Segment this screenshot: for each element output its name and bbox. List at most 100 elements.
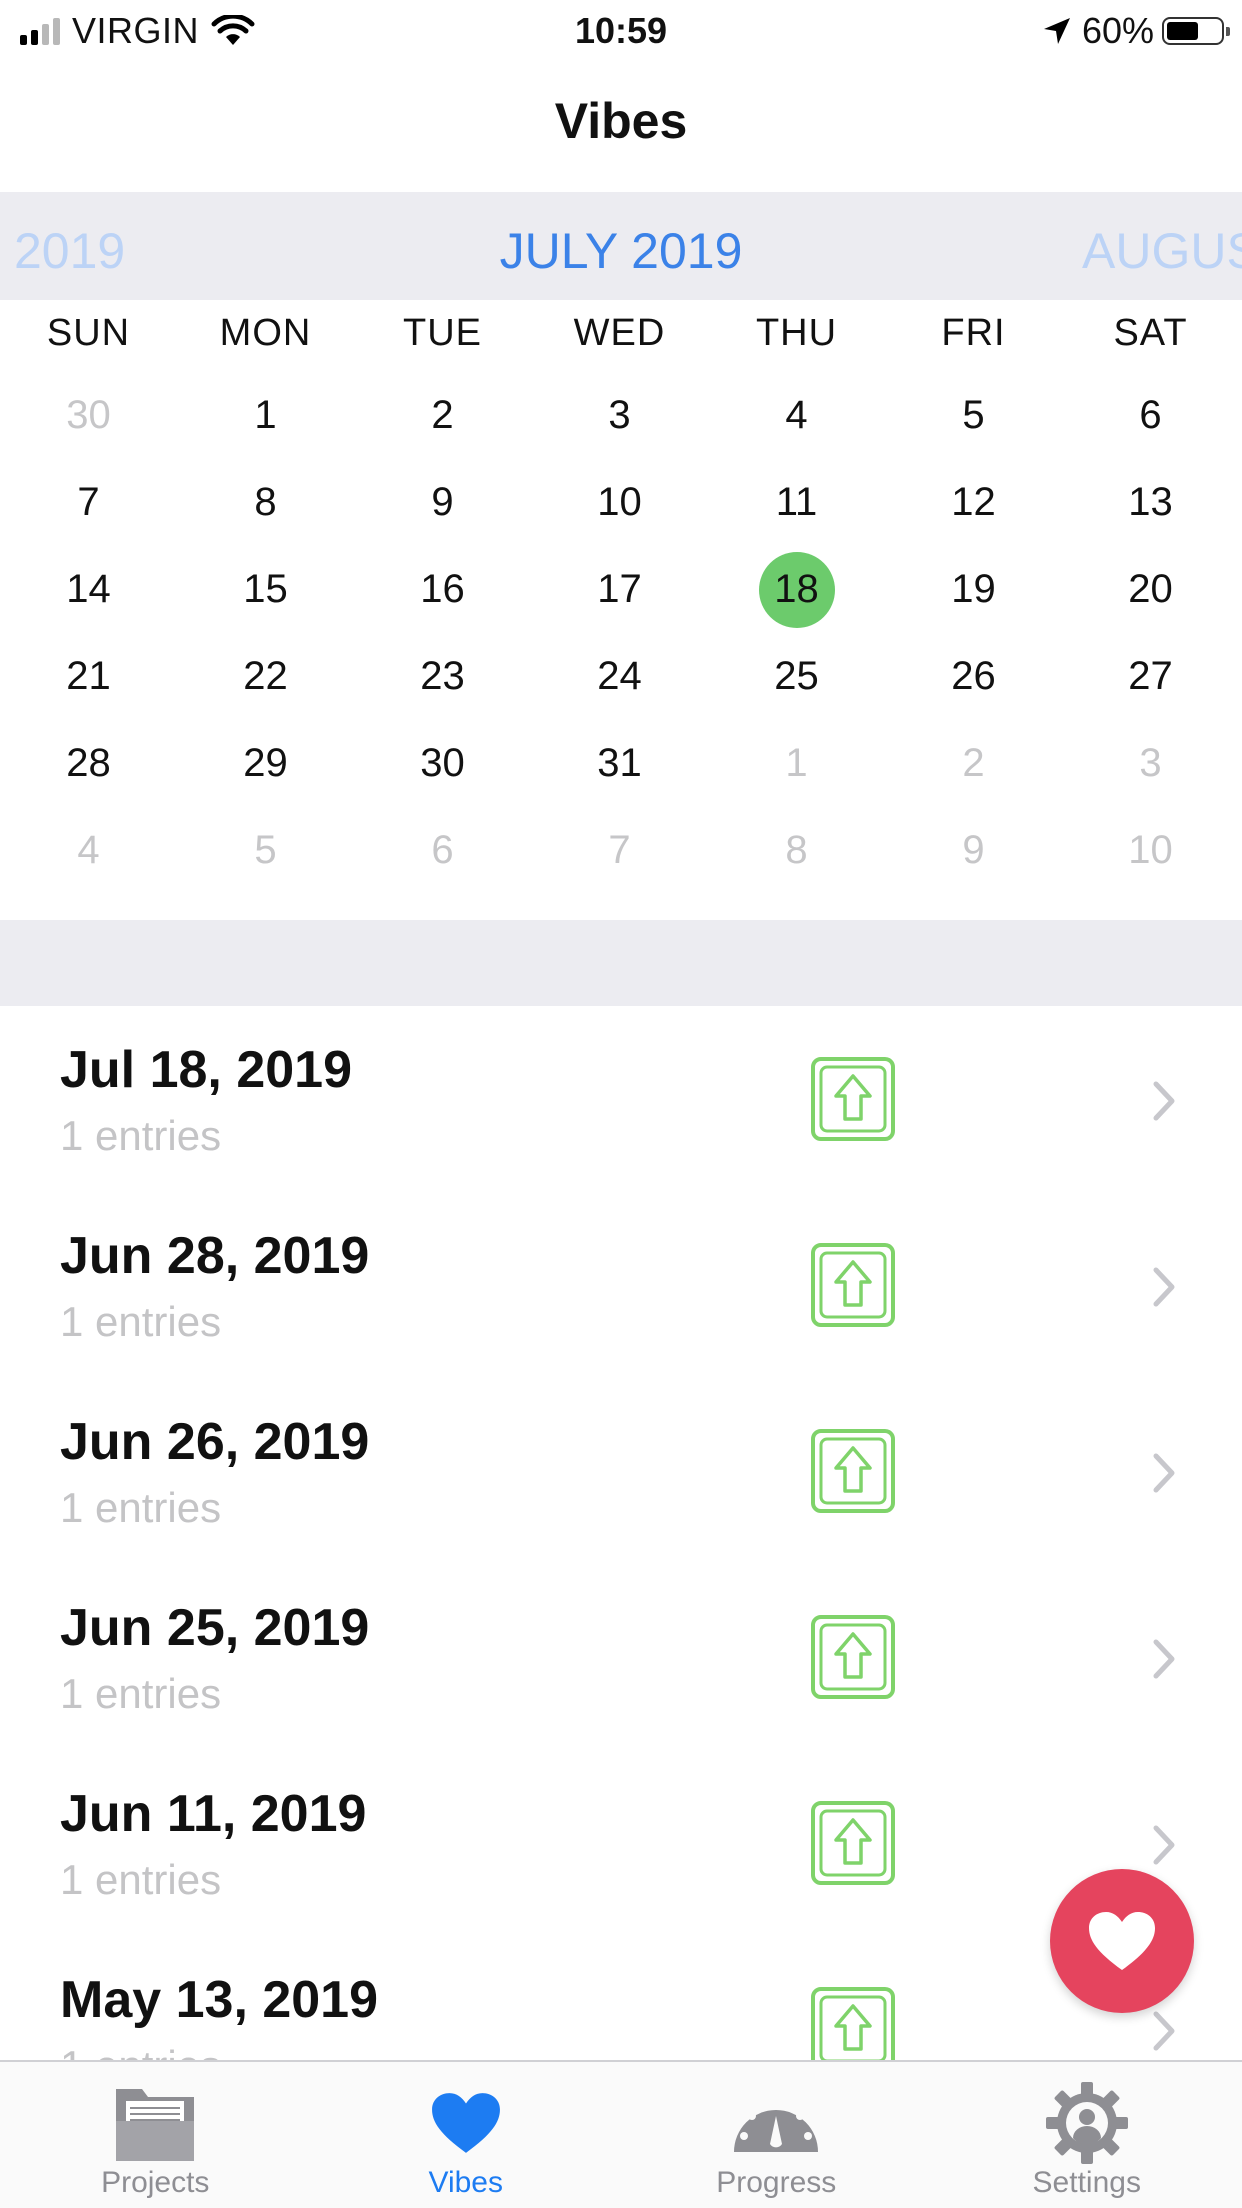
gear-icon (1045, 2082, 1128, 2164)
weekday-label: SUN (46, 311, 131, 354)
calendar-day-number: 30 (66, 393, 111, 437)
calendar-day[interactable]: 4 (0, 807, 177, 894)
calendar-day[interactable]: 9 (354, 459, 531, 546)
calendar-day[interactable]: 23 (354, 633, 531, 720)
calendar-day[interactable]: 21 (0, 633, 177, 720)
entry-count: 1 entries (60, 2042, 221, 2060)
entry-row[interactable]: Jun 25, 2019 1 entries (0, 1564, 1242, 1750)
weekday-label: FRI (941, 311, 1006, 354)
chevron-right-icon (1152, 1638, 1178, 1685)
calendar-day-number: 6 (431, 828, 454, 872)
calendar-day[interactable]: 16 (354, 546, 531, 633)
calendar-day-number: 5 (962, 393, 985, 437)
calendar-day[interactable]: 1 (177, 372, 354, 459)
tab-projects[interactable]: Projects (0, 2062, 311, 2208)
chevron-right-icon (1152, 1452, 1178, 1499)
calendar-day[interactable]: 11 (708, 459, 885, 546)
calendar-day[interactable]: 7 (531, 807, 708, 894)
calendar-day[interactable]: 31 (531, 720, 708, 807)
calendar-day[interactable]: 30 (354, 720, 531, 807)
calendar-day[interactable]: 10 (531, 459, 708, 546)
calendar-day-selected[interactable]: 18 (708, 546, 885, 633)
add-vibe-button[interactable] (1050, 1869, 1194, 2013)
calendar-day[interactable]: 24 (531, 633, 708, 720)
calendar-day[interactable]: 22 (177, 633, 354, 720)
mood-up-icon (810, 1428, 896, 1514)
calendar-day[interactable]: 12 (885, 459, 1062, 546)
status-bar-right: 60% (1042, 10, 1230, 52)
calendar-day-number: 12 (951, 480, 996, 524)
calendar-day[interactable]: 2 (885, 720, 1062, 807)
calendar-day[interactable]: 25 (708, 633, 885, 720)
calendar-day-number: 29 (243, 741, 288, 785)
calendar-day[interactable]: 9 (885, 807, 1062, 894)
calendar-day-number: 2 (431, 393, 454, 437)
calendar-day-number: 4 (785, 393, 808, 437)
heart-icon (1089, 1912, 1155, 1970)
calendar-day-number: 11 (775, 480, 818, 524)
entry-row[interactable]: Jun 26, 2019 1 entries (0, 1378, 1242, 1564)
calendar-day[interactable]: 3 (531, 372, 708, 459)
weekday-label: MON (219, 311, 312, 354)
tab-settings[interactable]: Settings (932, 2062, 1242, 2208)
entry-date: Jul 18, 2019 (60, 1041, 352, 1099)
tab-vibes[interactable]: Vibes (311, 2062, 622, 2208)
calendar-day[interactable]: 1 (708, 720, 885, 807)
calendar-day-number: 18 (758, 551, 835, 628)
tab-progress[interactable]: Progress (621, 2062, 932, 2208)
calendar-day[interactable]: 27 (1062, 633, 1239, 720)
entry-count: 1 entries (60, 1670, 222, 1717)
next-month-label[interactable]: AUGUS (1082, 222, 1242, 280)
calendar-day[interactable]: 28 (0, 720, 177, 807)
calendar-day[interactable]: 4 (708, 372, 885, 459)
entry-row[interactable]: Jun 28, 2019 1 entries (0, 1192, 1242, 1378)
calendar-day[interactable]: 10 (1062, 807, 1239, 894)
weekday-label: THU (755, 311, 838, 354)
calendar-day[interactable]: 15 (177, 546, 354, 633)
current-month-label[interactable]: JULY 2019 (0, 222, 1242, 280)
calendar-day[interactable]: 8 (708, 807, 885, 894)
entry-count: 1 entries (60, 1298, 222, 1345)
calendar-day[interactable]: 2 (354, 372, 531, 459)
calendar-day-number: 23 (420, 654, 465, 698)
calendar-day-number: 13 (1128, 480, 1173, 524)
calendar-day-number: 19 (951, 567, 996, 611)
heart-icon (431, 2093, 500, 2153)
calendar-day[interactable]: 20 (1062, 546, 1239, 633)
calendar-day-number: 28 (66, 741, 111, 785)
calendar-day-number: 8 (785, 828, 808, 872)
mood-up-icon (810, 1056, 896, 1142)
entry-count: 1 entries (60, 1856, 222, 1903)
calendar-day-number: 22 (243, 654, 288, 698)
month-selector[interactable]: 2019 JULY 2019 AUGUS (0, 192, 1242, 300)
calendar-day[interactable]: 8 (177, 459, 354, 546)
calendar-day[interactable]: 7 (0, 459, 177, 546)
calendar-day[interactable]: 29 (177, 720, 354, 807)
page-title: Vibes (554, 93, 688, 149)
entry-row[interactable]: Jun 11, 2019 1 entries (0, 1750, 1242, 1936)
calendar-day[interactable]: 3 (1062, 720, 1239, 807)
calendar-day[interactable]: 14 (0, 546, 177, 633)
folder-icon (116, 2089, 195, 2161)
entry-date: Jun 26, 2019 (60, 1413, 370, 1471)
tab-label-settings: Settings (1032, 2166, 1141, 2199)
calendar-day[interactable]: 17 (531, 546, 708, 633)
calendar-day-number: 7 (608, 828, 631, 872)
calendar-day[interactable]: 13 (1062, 459, 1239, 546)
calendar-day[interactable]: 30 (0, 372, 177, 459)
calendar-day[interactable]: 5 (885, 372, 1062, 459)
calendar-day[interactable]: 5 (177, 807, 354, 894)
calendar-day-number: 25 (774, 654, 819, 698)
calendar-day-number: 9 (962, 828, 985, 872)
calendar-day-number: 14 (66, 567, 111, 611)
calendar-day[interactable]: 19 (885, 546, 1062, 633)
tab-label-projects: Projects (101, 2166, 210, 2199)
calendar-day-number: 30 (420, 741, 465, 785)
chevron-right-icon (1152, 1080, 1178, 1127)
weekday-label: SAT (1113, 311, 1188, 354)
calendar-day[interactable]: 6 (354, 807, 531, 894)
calendar-day-number: 24 (597, 654, 642, 698)
calendar-day[interactable]: 6 (1062, 372, 1239, 459)
calendar-day[interactable]: 26 (885, 633, 1062, 720)
entry-row[interactable]: Jul 18, 2019 1 entries (0, 1006, 1242, 1192)
